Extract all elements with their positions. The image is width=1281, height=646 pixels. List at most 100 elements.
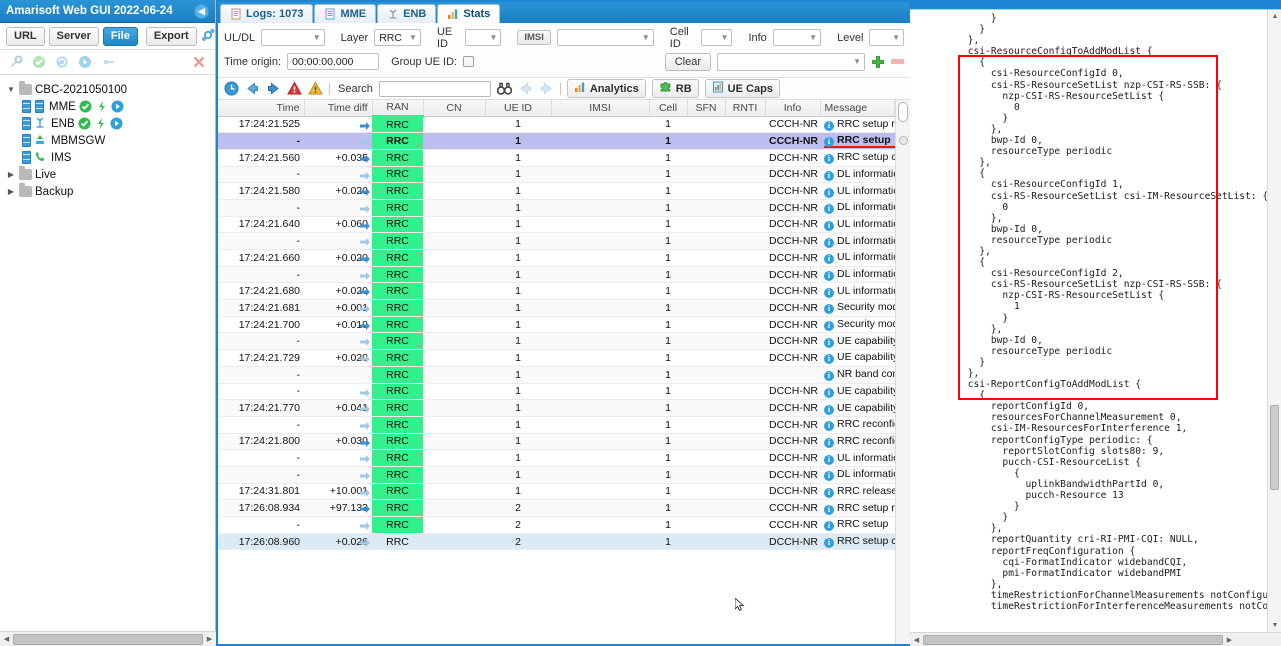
tree-node-live[interactable]: ▶ Live — [0, 166, 215, 183]
uldl-select[interactable]: ▼ — [261, 29, 325, 46]
plus-icon[interactable] — [871, 55, 885, 69]
scrollbar-thumb[interactable] — [898, 102, 908, 122]
info-select[interactable]: ▼ — [772, 29, 822, 46]
scrollbar-thumb[interactable] — [1270, 405, 1279, 490]
scroll-up-arrow[interactable]: ▲ — [1268, 10, 1281, 23]
search-input[interactable] — [378, 80, 491, 97]
col-message[interactable]: Message — [820, 100, 895, 117]
tree-node-mbmsgw[interactable]: MBMSGW — [0, 132, 215, 149]
tree-node-cbc[interactable]: ▼ CBC-2021050100 — [0, 81, 215, 98]
ueid-select[interactable]: ▼ — [465, 29, 502, 46]
preset-select[interactable]: ▼ — [717, 52, 865, 71]
minus-icon[interactable] — [891, 59, 904, 64]
refresh-icon[interactable] — [55, 55, 69, 69]
detail-code-area[interactable]: } } }, csi-ResourceConfigToAddModList { … — [910, 9, 1281, 646]
export-button[interactable]: Export — [145, 26, 197, 46]
arrow-left-icon[interactable] — [245, 81, 260, 96]
detail-vertical-scrollbar[interactable]: ▲ ▼ — [1267, 10, 1281, 632]
arrow-right-icon[interactable] — [266, 81, 281, 96]
table-row[interactable]: 17:24:21.560 +0.035 RRC 1 1 DCCH-NR i RRC setup… — [218, 149, 895, 167]
tree-node-enb[interactable]: ENB — [0, 115, 215, 132]
table-row[interactable]: - RRC 1 1 DCCH-NRiDL information transfer — [218, 466, 895, 484]
col-cell[interactable]: Cell — [649, 100, 688, 117]
chevron-left-icon[interactable]: ◀ — [194, 3, 209, 19]
tab-mme[interactable]: MME — [314, 4, 377, 23]
tab-stats[interactable]: Stats — [437, 4, 501, 23]
close-icon[interactable] — [192, 55, 206, 69]
scroll-right-arrow[interactable]: ▶ — [1223, 636, 1236, 644]
layer-select[interactable]: RRC ▼ — [374, 29, 421, 46]
imsi-button[interactable]: IMSI — [517, 30, 551, 45]
server-button[interactable]: Server — [48, 26, 99, 46]
scroll-left-arrow[interactable]: ◀ — [910, 636, 923, 644]
play-icon[interactable] — [111, 100, 124, 113]
table-row[interactable]: 17:24:21.800 +0.030 RRC 1 1 DCCH-NR i RRC recon… — [218, 433, 895, 451]
table-row[interactable]: - RRC 1 1 DCCH-NRiUL information transfer — [218, 449, 895, 467]
table-row[interactable]: 17:24:21.681 +0.001 RRC 1 1 DCCH-NR i Security … — [218, 299, 895, 317]
warning-icon[interactable] — [308, 81, 323, 96]
col-ran[interactable]: RAN — [372, 100, 424, 118]
table-row[interactable]: 17:24:21.580 +0.020 RRC 1 1 DCCH-NR i UL inform… — [218, 182, 895, 200]
col-time[interactable]: Time — [218, 100, 305, 117]
table-row[interactable]: - RRC 1 1 DCCH-NRiDL information transfer — [218, 266, 895, 284]
table-row[interactable]: - RRC 1 1 DCCH-NRiUE capability enquiry — [218, 383, 895, 401]
detail-horizontal-scrollbar[interactable]: ◀ ▶ — [910, 632, 1281, 646]
table-row[interactable]: - RRC 1 1 CCCH-NR i RRC setup — [218, 132, 895, 150]
scrollbar-handle[interactable] — [899, 136, 908, 145]
tab-enb[interactable]: ENB — [377, 4, 437, 23]
tree-node-ims[interactable]: IMS — [0, 149, 215, 166]
col-rnti[interactable]: RNTI — [725, 100, 766, 117]
error-icon[interactable] — [287, 81, 302, 96]
scroll-right-arrow[interactable]: ▶ — [203, 635, 216, 643]
table-row[interactable]: 17:24:21.525 RRC 1 1 CCCH-NRiRRC setup reque… — [218, 116, 895, 134]
table-row[interactable]: - RRC 1 1 DCCH-NRiRRC reconfiguration — [218, 416, 895, 434]
tree-node-mme[interactable]: MME — [0, 98, 215, 115]
table-row[interactable]: - RRC 1 1 DCCH-NRiDL information transfer — [218, 199, 895, 217]
imsi-select[interactable]: ▼ — [556, 29, 654, 46]
table-vertical-scrollbar[interactable] — [895, 100, 910, 644]
tab-logs[interactable]: Logs: 1073 — [220, 4, 314, 23]
settings-icon[interactable] — [201, 28, 216, 45]
table-row[interactable]: 17:26:08.934 +97.133 RRC 2 1 CCCH-NR i RRC setu… — [218, 499, 895, 517]
table-row[interactable]: - RRC 1 1 iNR band combinations — [218, 366, 895, 384]
col-cn[interactable]: CN — [423, 100, 486, 117]
play-icon[interactable] — [110, 117, 123, 130]
group-ueid-checkbox[interactable] — [463, 56, 475, 67]
col-ueid[interactable]: UE ID — [485, 100, 552, 117]
table-row[interactable]: 17:24:21.680 +0.020 RRC 1 1 DCCH-NR i UL inform… — [218, 282, 895, 301]
play-circle-icon[interactable] — [78, 55, 92, 69]
check-circle-icon[interactable] — [32, 55, 46, 69]
table-row[interactable]: - RRC 1 1 DCCH-NRiUE capability enquiry — [218, 332, 895, 351]
sidebar-horizontal-scrollbar[interactable]: ◀ ▶ — [0, 631, 216, 646]
table-row[interactable]: 17:26:08.960 +0.026 RRC 2 1 DCCH-NR i RRC setup… — [218, 533, 895, 551]
cellid-select[interactable]: ▼ — [700, 29, 733, 46]
chevron-down-icon[interactable]: ▼ — [6, 85, 16, 94]
plug-icon[interactable] — [101, 55, 115, 69]
level-select[interactable]: ▼ — [869, 29, 904, 46]
col-imsi[interactable]: IMSI — [551, 100, 650, 117]
scrollbar-thumb[interactable] — [923, 634, 1223, 645]
analytics-button[interactable]: Analytics — [566, 79, 646, 98]
tree-node-backup[interactable]: ▶ Backup — [0, 183, 215, 200]
time-origin-input[interactable] — [287, 53, 380, 70]
table-row[interactable]: 17:24:21.640 +0.060 RRC 1 1 DCCH-NR i UL inform… — [218, 216, 895, 234]
wrench-icon[interactable] — [9, 55, 23, 69]
table-row[interactable]: - RRC 2 1 CCCH-NR i RRC setup — [218, 516, 895, 534]
chevron-right-icon[interactable]: ▶ — [6, 170, 16, 179]
table-row[interactable]: 17:24:21.770 +0.041 RRC 1 1 DCCH-NR i UE capabi… — [218, 399, 895, 417]
scroll-left-arrow[interactable]: ◀ — [0, 635, 13, 643]
clock-icon[interactable] — [224, 81, 239, 96]
clear-button[interactable]: Clear — [664, 52, 711, 71]
table-row[interactable]: 17:24:31.801 +10.001 RRC 1 1 DCCH-NR i RRC rele… — [218, 483, 895, 501]
search-next-icon[interactable] — [539, 81, 554, 96]
binoculars-icon[interactable] — [496, 82, 513, 95]
scrollbar-thumb[interactable] — [13, 633, 203, 645]
table-row[interactable]: 17:24:21.700 +0.019 RRC 1 1 DCCH-NR i Security … — [218, 316, 895, 334]
search-prev-icon[interactable] — [518, 81, 533, 96]
table-row[interactable]: 17:24:21.729 +0.029 RRC 1 1 DCCH-NR i UE capabi… — [218, 349, 895, 367]
rb-button[interactable]: RB — [651, 79, 699, 98]
table-row[interactable]: - RRC 1 1 DCCH-NRiDL information transfer — [218, 166, 895, 184]
file-button[interactable]: File — [102, 26, 138, 46]
scroll-down-arrow[interactable]: ▼ — [1268, 619, 1281, 632]
col-sfn[interactable]: SFN — [687, 100, 726, 117]
